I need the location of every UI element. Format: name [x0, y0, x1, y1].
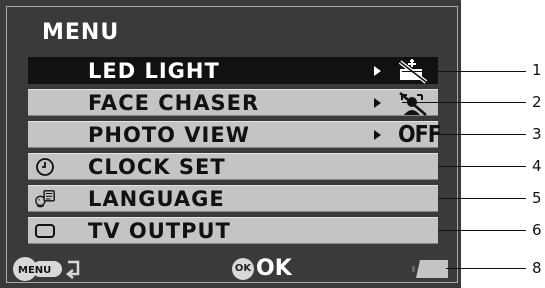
- clock-icon: [36, 158, 54, 176]
- bottom-bar: MENU OK OK: [0, 251, 461, 288]
- menu-item-led-light[interactable]: LED LIGHT: [28, 57, 438, 84]
- menu-back-button[interactable]: MENU: [12, 256, 84, 282]
- ok-label: OK: [256, 256, 292, 281]
- photo-view-value: OFF: [398, 122, 442, 148]
- battery-icon: [412, 260, 448, 278]
- callout-number-6: 6: [532, 221, 542, 239]
- menu-title: MENU: [42, 20, 120, 45]
- language-icon: [35, 190, 55, 208]
- menu-item-label: TV OUTPUT: [88, 219, 231, 243]
- submenu-arrow-icon: [374, 130, 381, 140]
- menu-item-label: LANGUAGE: [88, 187, 225, 211]
- menu-item-label: PHOTO VIEW: [88, 123, 250, 147]
- callout-line-3: [430, 134, 526, 135]
- submenu-arrow-icon: [374, 98, 381, 108]
- callout-line-5: [438, 198, 526, 199]
- callout-number-5: 5: [532, 189, 542, 207]
- callout-number-2: 2: [532, 93, 542, 111]
- callout-line-8: [446, 268, 526, 269]
- callout-line-1: [402, 71, 526, 72]
- callout-line-6: [438, 230, 526, 231]
- menu-item-label: LED LIGHT: [88, 59, 220, 83]
- callout-line-4: [438, 166, 526, 167]
- menu-item-label: FACE CHASER: [88, 91, 260, 115]
- callout-number-4: 4: [532, 157, 542, 175]
- menu-button-label: MENU: [18, 265, 51, 276]
- menu-item-tv-output[interactable]: TV OUTPUT: [28, 217, 438, 244]
- menu-item-label: CLOCK SET: [88, 155, 226, 179]
- menu-item-face-chaser[interactable]: FACE CHASER: [28, 89, 438, 116]
- camera-menu-screen: MENU LED LIGHT FACE CHASER PHOTO VIEW OF…: [0, 0, 461, 288]
- menu-item-clock-set[interactable]: CLOCK SET: [28, 153, 438, 180]
- callout-number-1: 1: [532, 61, 542, 79]
- callout-number-8: 8: [532, 259, 542, 277]
- menu-item-language[interactable]: LANGUAGE: [28, 185, 438, 212]
- ok-button-icon: OK: [232, 258, 254, 280]
- menu-item-photo-view[interactable]: PHOTO VIEW OFF: [28, 121, 442, 148]
- callout-line-2: [402, 102, 526, 103]
- tv-icon: [35, 224, 55, 238]
- face-chaser-off-icon: [399, 92, 427, 116]
- callout-number-3: 3: [532, 125, 542, 143]
- submenu-arrow-icon: [374, 66, 381, 76]
